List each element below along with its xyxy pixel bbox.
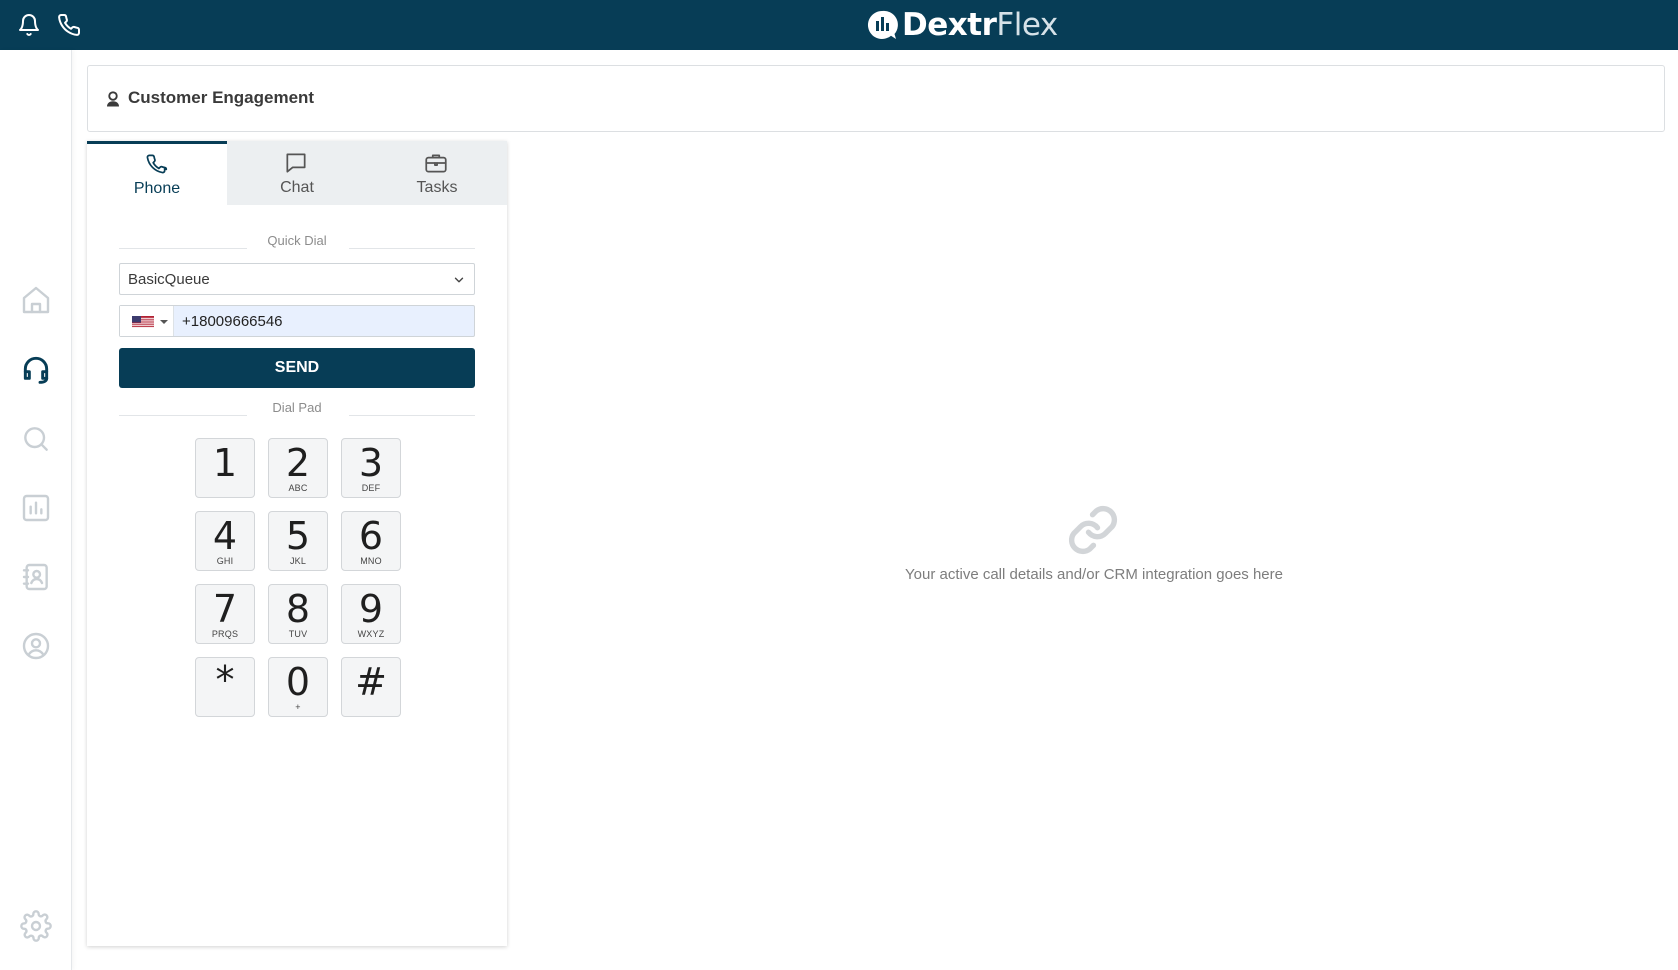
divider-line [349, 415, 475, 416]
dial-key-letters: MNO [360, 556, 382, 566]
briefcase-icon [425, 154, 447, 173]
page-header: Customer Engagement [87, 65, 1665, 132]
dial-key-digit: 9 [358, 587, 384, 631]
headset-icon[interactable] [20, 353, 52, 385]
dial-key-star[interactable]: * [195, 657, 255, 717]
dial-pad-divider: Dial Pad [119, 400, 475, 416]
queue-select[interactable]: BasicQueue [119, 263, 475, 295]
home-icon[interactable] [20, 284, 52, 316]
dial-key-letters: GHI [216, 556, 234, 566]
dial-key-letters: ABC [288, 483, 308, 493]
dial-key-6[interactable]: 6 MNO [341, 511, 401, 571]
contacts-icon[interactable] [20, 561, 52, 593]
dial-key-digit: # [355, 660, 387, 704]
dial-key-hash[interactable]: # [341, 657, 401, 717]
dial-key-7[interactable]: 7 PRQS [195, 584, 255, 644]
link-icon [1068, 505, 1118, 555]
phone-number-field [119, 305, 475, 337]
dial-key-letters: JKL [289, 556, 307, 566]
tab-tasks[interactable]: Tasks [367, 141, 507, 205]
brand-name-part1: Dextr [902, 7, 997, 43]
dial-pad: 1 2 ABC 3 DEF 4 GHI 5 JKL 6 MNO 7 PRQS 8 [195, 438, 401, 728]
dial-key-4[interactable]: 4 GHI [195, 511, 255, 571]
chat-icon [286, 153, 306, 173]
send-button[interactable]: SEND [119, 348, 475, 388]
us-flag-icon [132, 316, 154, 328]
brand-name-part2: Flex [996, 7, 1058, 43]
dial-key-letters: PRQS [211, 629, 239, 639]
dial-key-letters: TUV [288, 629, 308, 639]
chevron-down-icon [454, 277, 464, 283]
search-icon[interactable] [20, 423, 52, 455]
phone-icon [146, 154, 168, 174]
dial-key-5[interactable]: 5 JKL [268, 511, 328, 571]
dial-key-digit: 4 [212, 514, 238, 558]
brand-logo: DextrFlex [866, 6, 1058, 44]
dial-pad-label: Dial Pad [272, 400, 322, 415]
dial-key-letters: WXYZ [357, 629, 385, 639]
quick-dial-divider: Quick Dial [119, 233, 475, 249]
dial-key-digit: 5 [285, 514, 311, 558]
caret-down-icon [160, 320, 168, 324]
dial-key-letters: DEF [361, 483, 381, 493]
tab-tasks-label: Tasks [416, 179, 458, 196]
dial-key-digit: 3 [358, 441, 384, 485]
divider-line [119, 415, 247, 416]
dial-key-8[interactable]: 8 TUV [268, 584, 328, 644]
divider-line [119, 248, 247, 249]
page-title: Customer Engagement [128, 88, 315, 107]
dial-key-digit: 8 [285, 587, 311, 631]
engagement-panel: Phone Chat Tasks Quick Dial BasicQueue +… [87, 141, 507, 946]
quick-dial-label: Quick Dial [267, 233, 327, 248]
empty-state-message: Your active call details and/or CRM inte… [905, 566, 1283, 583]
dial-key-digit: 2 [285, 441, 311, 485]
queue-select-value: BasicQueue [128, 271, 210, 288]
channel-tabs: Phone Chat Tasks [87, 141, 507, 205]
dial-key-2[interactable]: 2 ABC [268, 438, 328, 498]
agent-icon [107, 91, 119, 107]
tab-phone[interactable]: Phone [87, 141, 227, 205]
dial-key-digit: 0 [285, 660, 311, 704]
dial-key-9[interactable]: 9 WXYZ [341, 584, 401, 644]
user-circle-icon[interactable] [20, 630, 52, 662]
dial-key-3[interactable]: 3 DEF [341, 438, 401, 498]
dial-key-digit: 7 [212, 587, 238, 631]
bell-icon[interactable] [17, 13, 41, 37]
dial-key-digit: 6 [358, 514, 384, 558]
tab-chat-label: Chat [280, 179, 314, 196]
dial-key-digit: * [215, 658, 235, 702]
top-bar: DextrFlex [0, 0, 1678, 50]
logo-icon [867, 10, 898, 39]
dial-key-0[interactable]: 0 + [268, 657, 328, 717]
dial-key-digit: 1 [212, 441, 238, 485]
country-selector[interactable] [120, 306, 174, 336]
divider-line [349, 248, 475, 249]
tab-chat[interactable]: Chat [227, 141, 367, 205]
dial-key-letters: + [295, 702, 301, 712]
brand-name: DextrFlex [902, 7, 1058, 43]
phone-icon[interactable] [57, 13, 81, 37]
dial-key-1[interactable]: 1 [195, 438, 255, 498]
phone-number-input[interactable] [174, 306, 474, 336]
chart-icon[interactable] [20, 492, 52, 524]
gear-icon[interactable] [20, 910, 52, 942]
sidebar [0, 50, 72, 970]
tab-phone-label: Phone [133, 180, 181, 197]
